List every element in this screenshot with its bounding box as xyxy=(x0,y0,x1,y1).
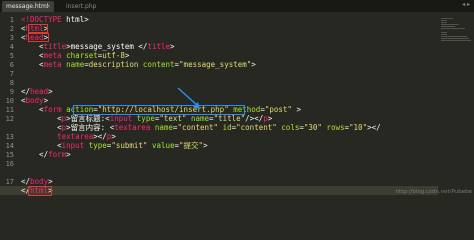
line-number: 2 xyxy=(9,25,14,33)
line-number: 6 xyxy=(9,61,14,69)
line-number: 16 xyxy=(5,160,14,168)
tab-label: message.html xyxy=(6,3,49,10)
highlight-box-html-close xyxy=(28,186,52,196)
highlight-box-head-open xyxy=(28,33,49,42)
tab-label: insert.php xyxy=(66,3,97,10)
highlight-box-html-open xyxy=(28,24,48,33)
watermark: http://blog.csdn.net/Pubebe xyxy=(395,189,472,195)
tab-insert-php[interactable]: insert.php xyxy=(62,1,112,12)
line-number: 3 xyxy=(9,34,14,42)
line-number: 7 xyxy=(9,70,14,78)
code-area[interactable]: <!DOCTYPE html> <html> <head> <title>mes… xyxy=(21,12,441,200)
line-number: 13 xyxy=(5,133,14,141)
code-line-6: <meta name=description content="message_… xyxy=(21,60,256,69)
tab-bar: message.html × insert.php ◂ ▸ xyxy=(0,0,474,12)
line-number: 1 xyxy=(9,16,14,24)
line-number: 15 xyxy=(5,151,14,159)
code-line-14: </form> xyxy=(21,150,71,159)
line-number: 12 xyxy=(5,115,14,123)
close-icon[interactable]: × xyxy=(46,1,51,12)
editor-window: message.html × insert.php ◂ ▸ 1 2 3 4 5 … xyxy=(0,0,474,200)
line-number: 5 xyxy=(9,52,14,60)
line-number: 9 xyxy=(9,88,14,96)
line-number: 14 xyxy=(5,142,14,150)
tab-scroll-arrows-icon[interactable]: ◂ ▸ xyxy=(462,1,470,8)
annotation-arrow-icon xyxy=(177,87,200,109)
line-number: 10 xyxy=(5,97,14,105)
highlight-box-form-action xyxy=(73,105,245,115)
line-number: 8 xyxy=(9,79,14,87)
tab-message-html[interactable]: message.html × xyxy=(2,1,54,12)
minimap[interactable] xyxy=(438,12,474,200)
line-number: 4 xyxy=(9,43,14,51)
line-number: 11 xyxy=(5,106,14,114)
line-number-gutter: 1 2 3 4 5 6 7 8 9 10 11 12 13 14 15 16 1… xyxy=(0,12,16,200)
